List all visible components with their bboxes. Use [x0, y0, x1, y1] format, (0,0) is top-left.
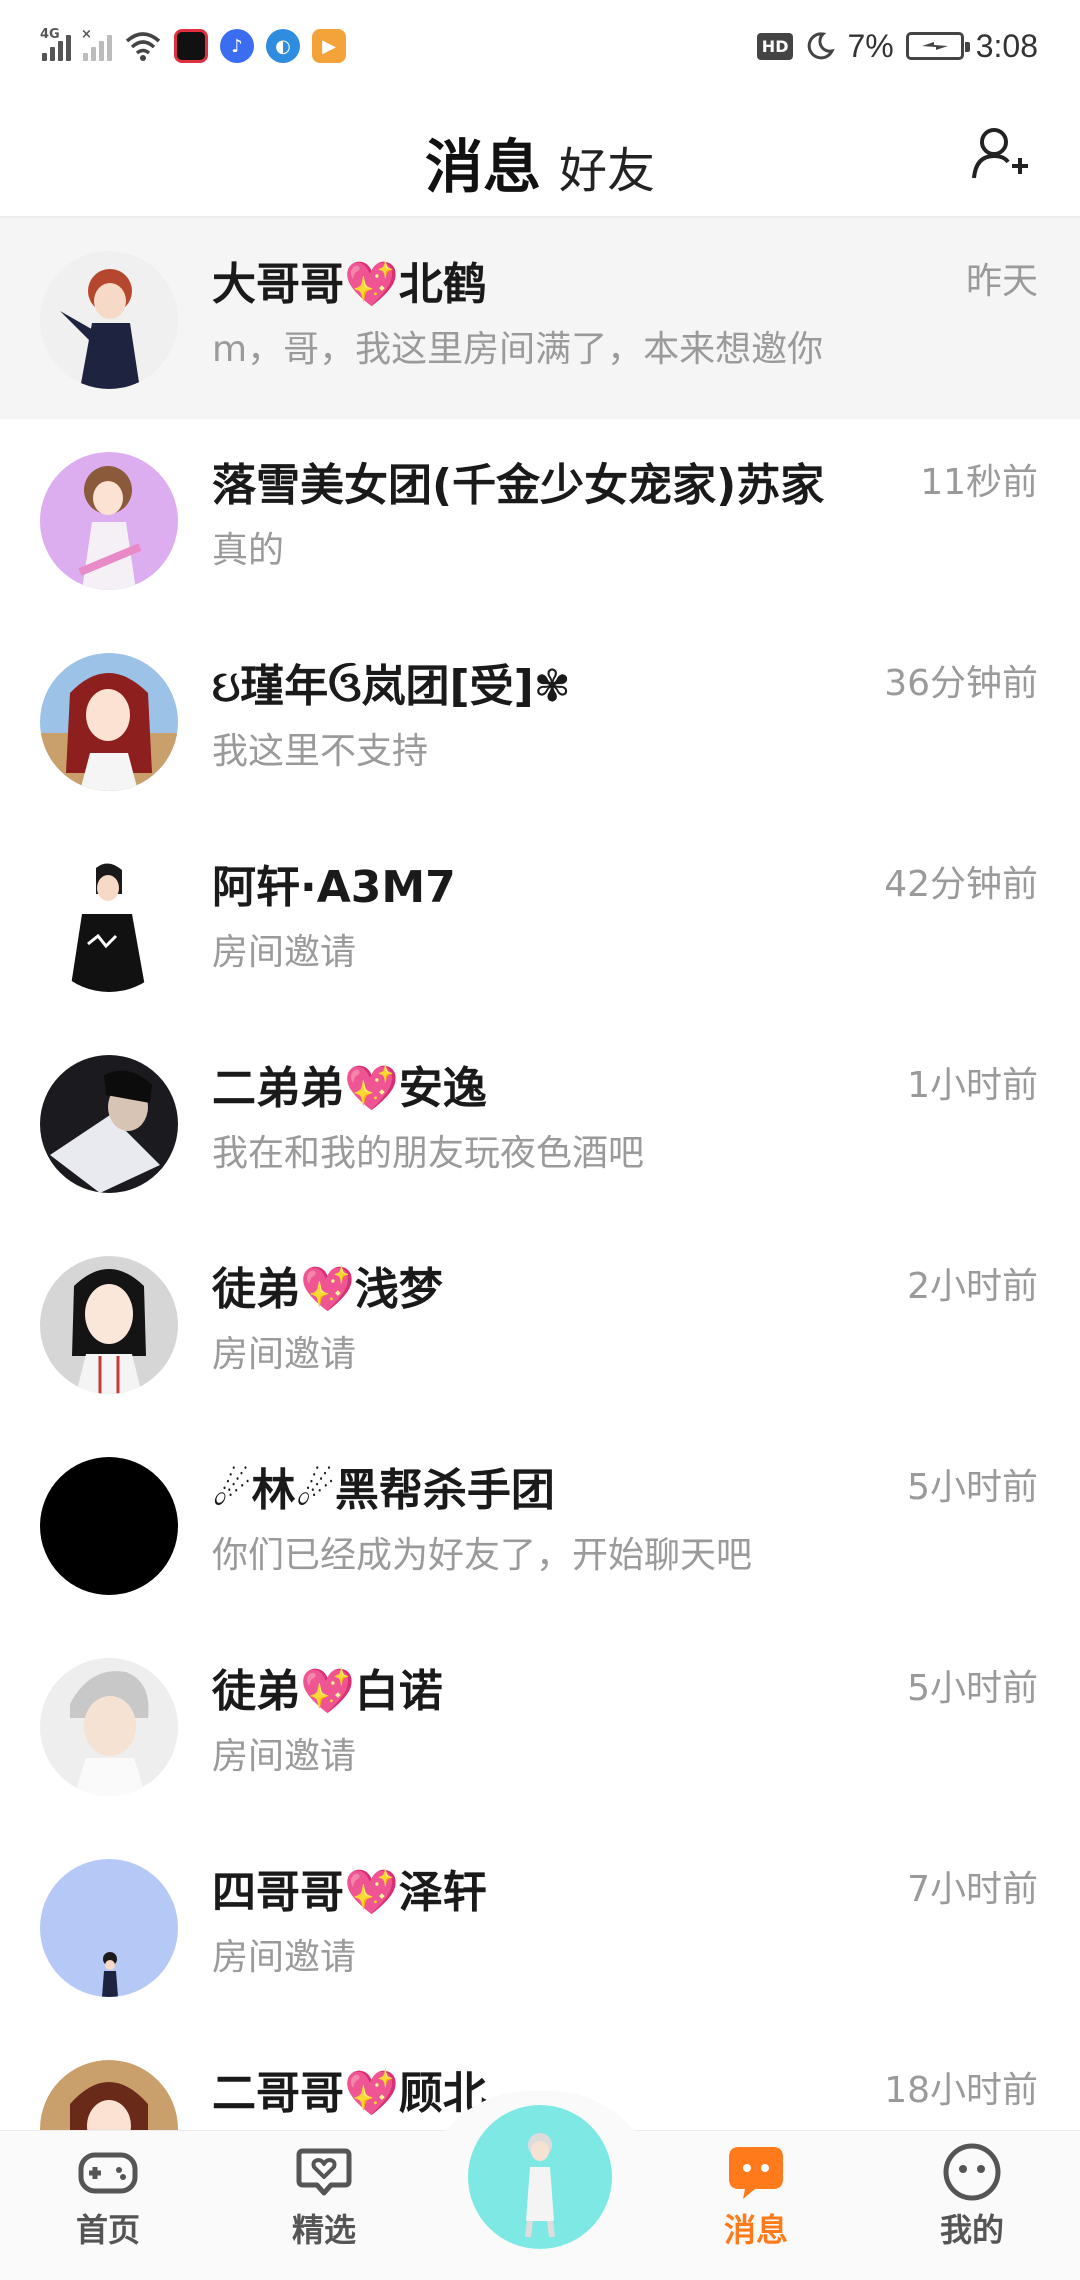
hd-badge: HD: [756, 32, 794, 60]
signal-2-icon: ×: [81, 27, 112, 61]
message-time: 18小时前: [884, 2070, 1038, 2111]
center-avatar-button[interactable]: [468, 2105, 612, 2249]
conversation-row[interactable]: 徒弟💖白诺 5小时前 房间邀请: [0, 1625, 1080, 1826]
add-friend-icon[interactable]: [970, 124, 1030, 184]
nav-home[interactable]: 首页: [38, 2141, 178, 2251]
message-preview: 房间邀请: [212, 932, 357, 973]
tab-bar: 消息 好友: [0, 120, 1080, 204]
video-app-icon: ▶: [312, 29, 346, 63]
screen-record-app-icon: [174, 29, 208, 63]
browser-app-icon: ◐: [266, 29, 300, 63]
contact-name: 落雪美女团(千金少女宠家)苏家: [212, 460, 825, 511]
message-preview: m，哥，我这里房间满了，本来想邀你: [212, 329, 824, 370]
conversation-list: 大哥哥💖北鹤 昨天 m，哥，我这里房间满了，本来想邀你 落雪美女团(千金少女宠家…: [0, 218, 1080, 2228]
tab-messages[interactable]: 消息: [425, 120, 541, 204]
conversation-row[interactable]: 落雪美女团(千金少女宠家)苏家 11秒前 真的: [0, 419, 1080, 620]
contact-name: 徒弟💖浅梦: [212, 1264, 443, 1315]
avatar[interactable]: [40, 251, 178, 389]
message-preview: 房间邀请: [212, 1334, 357, 1375]
conversation-row[interactable]: 阿轩·A3M7 42分钟前 房间邀请: [0, 821, 1080, 1022]
message-time: 7小时前: [907, 1869, 1038, 1910]
signal-1-icon: 4G: [40, 27, 71, 61]
music-app-icon: ♪: [220, 29, 254, 63]
gamepad-icon: [78, 2152, 138, 2194]
header: 消息 好友: [0, 92, 1080, 218]
message-preview: 我在和我的朋友玩夜色酒吧: [212, 1133, 645, 1174]
message-time: 2小时前: [907, 1266, 1038, 1307]
message-time: 1小时前: [907, 1065, 1038, 1106]
nav-messages[interactable]: 消息: [686, 2141, 826, 2251]
avatar[interactable]: [40, 1658, 178, 1796]
nav-messages-label: 消息: [723, 2211, 788, 2249]
message-preview: 房间邀请: [212, 1937, 357, 1978]
tab-friends[interactable]: 好友: [559, 131, 655, 201]
battery-icon: [905, 32, 970, 60]
message-preview: 真的: [212, 530, 285, 571]
status-right: HD 7% 3:08: [756, 27, 1038, 65]
message-icon: [729, 2147, 783, 2199]
avatar[interactable]: [40, 1256, 178, 1394]
avatar[interactable]: [40, 1859, 178, 1997]
status-left: 4G × ♪ ◐ ▶: [40, 27, 346, 63]
message-preview: 你们已经成为好友了，开始聊天吧: [212, 1535, 753, 1576]
status-bar: 4G × ♪ ◐ ▶ HD 7% 3:08: [0, 0, 1080, 92]
avatar[interactable]: [40, 1055, 178, 1193]
contact-name: 二哥哥💖顾北: [212, 2068, 487, 2119]
clock: 3:08: [975, 27, 1038, 64]
nav-featured-label: 精选: [291, 2211, 356, 2249]
message-time: 42分钟前: [884, 864, 1038, 905]
avatar[interactable]: [40, 1457, 178, 1595]
message-time: 昨天: [965, 261, 1038, 302]
conversation-row[interactable]: 大哥哥💖北鹤 昨天 m，哥，我这里房间满了，本来想邀你: [0, 218, 1080, 419]
contact-name: ઇ瑾年ઉ岚团[受]✾: [212, 661, 571, 712]
bottom-nav: 首页 精选 消息 我的: [0, 2091, 1080, 2280]
message-time: 36分钟前: [884, 663, 1038, 704]
message-time: 5小时前: [907, 1467, 1038, 1508]
smiley-icon: [943, 2143, 1001, 2201]
message-time: 5小时前: [907, 1668, 1038, 1709]
contact-name: ☄林☄黑帮杀手团: [212, 1465, 555, 1516]
conversation-row[interactable]: ☄林☄黑帮杀手团 5小时前 你们已经成为好友了，开始聊天吧: [0, 1424, 1080, 1625]
battery-percent: 7%: [847, 27, 894, 64]
message-preview: 我这里不支持: [212, 731, 429, 772]
nav-profile[interactable]: 我的: [902, 2141, 1042, 2251]
message-time: 11秒前: [920, 462, 1038, 503]
contact-name: 二弟弟💖安逸: [212, 1063, 487, 1114]
moon-icon: [808, 32, 836, 60]
nav-home-label: 首页: [75, 2211, 140, 2249]
conversation-row[interactable]: ઇ瑾年ઉ岚团[受]✾ 36分钟前 我这里不支持: [0, 620, 1080, 821]
heart-chat-icon: [296, 2148, 352, 2196]
conversation-row[interactable]: 二弟弟💖安逸 1小时前 我在和我的朋友玩夜色酒吧: [0, 1022, 1080, 1223]
conversation-row[interactable]: 徒弟💖浅梦 2小时前 房间邀请: [0, 1223, 1080, 1424]
message-preview: 房间邀请: [212, 1736, 357, 1777]
nav-profile-label: 我的: [939, 2211, 1004, 2249]
nav-featured[interactable]: 精选: [254, 2141, 394, 2251]
avatar[interactable]: [40, 452, 178, 590]
avatar[interactable]: [40, 854, 178, 992]
wifi-icon: [125, 32, 161, 61]
contact-name: 阿轩·A3M7: [212, 862, 456, 913]
contact-name: 徒弟💖白诺: [212, 1666, 443, 1717]
conversation-row[interactable]: 四哥哥💖泽轩 7小时前 房间邀请: [0, 1826, 1080, 2027]
avatar[interactable]: [40, 653, 178, 791]
contact-name: 四哥哥💖泽轩: [212, 1867, 487, 1918]
contact-name: 大哥哥💖北鹤: [212, 259, 487, 310]
